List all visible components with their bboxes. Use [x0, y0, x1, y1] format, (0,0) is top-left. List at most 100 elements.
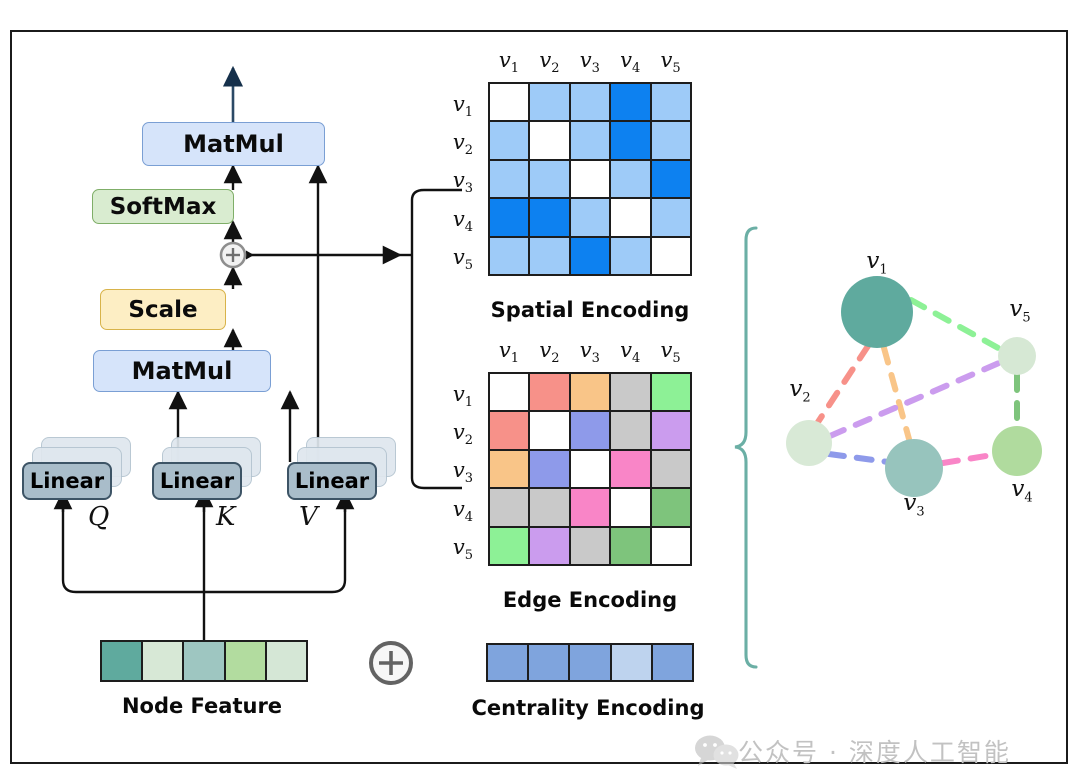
spatial-col-label-v1: v1	[498, 48, 520, 77]
graph-node-v5	[998, 337, 1036, 375]
edge-row-label-v4: v4	[452, 496, 474, 525]
spatial-cell-5-1	[490, 237, 529, 274]
edge-cell-1-5	[651, 374, 690, 411]
spatial-row-label-v5: v5	[452, 244, 474, 273]
spatial-cell-4-2	[530, 199, 569, 236]
matmul-bottom-block[interactable]: MatMul	[93, 350, 271, 392]
linear-k-block[interactable]: Linear	[152, 462, 242, 500]
linear-v-block[interactable]: Linear	[287, 462, 377, 500]
spatial-cell-1-5	[651, 84, 690, 121]
spatial-row-label-v4: v4	[452, 206, 474, 235]
edge-cell-3-1	[490, 450, 529, 488]
spatial-col-label-v3: v3	[579, 48, 600, 77]
diagram-canvas: MatMul SoftMax Scale MatMul Linear Linea…	[0, 0, 1080, 784]
spatial-cell-1-3	[570, 84, 610, 121]
graph-label-v3: v3	[903, 490, 925, 520]
centrality-cell-1-2	[529, 645, 569, 680]
edge-row-label-v3: v3	[452, 458, 474, 487]
edge-cell-5-1	[490, 527, 529, 564]
node-feature-caption: Node Feature	[121, 694, 283, 718]
graph-node-v4	[992, 426, 1042, 476]
spatial-cell-4-3	[570, 199, 610, 236]
spatial-cell-5-5	[651, 237, 690, 274]
edge-cell-5-4	[611, 527, 650, 564]
spatial-row-label-v3: v3	[452, 168, 474, 197]
spatial-cell-2-4	[611, 122, 650, 159]
spatial-cell-2-1	[490, 122, 529, 159]
graph-label-v1: v1	[866, 248, 888, 278]
centrality-cell-1-4	[611, 645, 651, 680]
edge-row-label-v1: v1	[452, 382, 474, 411]
plus-bias-icon	[219, 241, 247, 269]
node-feature-cell-1-2	[143, 642, 183, 680]
edge-cell-2-5	[651, 412, 690, 449]
spatial-cell-3-5	[651, 160, 690, 198]
node-feature-cell-1-5	[266, 642, 306, 680]
spatial-row-label-v2: v2	[452, 130, 474, 159]
edge-cell-4-1	[490, 489, 529, 526]
node-feature-cell-1-1	[102, 642, 142, 680]
spatial-col-label-v5: v5	[660, 48, 681, 77]
softmax-block[interactable]: SoftMax	[92, 189, 234, 224]
centrality-cell-1-1	[488, 645, 528, 680]
centrality-cell-1-5	[652, 645, 692, 680]
watermark-text: 公众号 · 深度人工智能	[738, 738, 1011, 767]
spatial-cell-2-5	[651, 122, 690, 159]
spatial-cell-1-2	[530, 84, 569, 121]
spatial-row-label-v1: v1	[452, 92, 474, 121]
edge-col-label-v4: v4	[620, 338, 641, 367]
spatial-col-label-v2: v2	[539, 48, 560, 77]
spatial-cell-4-5	[651, 199, 690, 236]
spatial-cell-3-4	[611, 160, 650, 198]
spatial-col-label-v4: v4	[620, 48, 641, 77]
edge-cell-3-4	[611, 450, 650, 488]
edge-col-label-v1: v1	[498, 338, 520, 367]
spatial-cell-4-4	[611, 199, 650, 236]
spatial-cell-1-1	[490, 84, 529, 121]
edge-encoding-matrix	[488, 372, 692, 566]
edge-cell-4-3	[570, 489, 610, 526]
edge-col-label-v3: v3	[579, 338, 600, 367]
spatial-cell-3-2	[530, 160, 569, 198]
wechat-icon	[695, 735, 739, 769]
edge-cell-2-3	[570, 412, 610, 449]
edge-cell-4-5	[651, 489, 690, 526]
centrality-encoding-caption: Centrality Encoding	[471, 696, 705, 720]
spatial-encoding-matrix	[488, 82, 692, 276]
edge-cell-1-2	[530, 374, 569, 411]
plus-sum-icon	[369, 641, 413, 685]
spatial-cell-2-2	[530, 122, 569, 159]
graph-node-v1	[841, 276, 913, 348]
edge-cell-5-2	[530, 527, 569, 564]
label-k: K	[216, 502, 236, 532]
spatial-cell-4-1	[490, 199, 529, 236]
graph-node-v2	[786, 420, 832, 466]
linear-q-block[interactable]: Linear	[22, 462, 112, 500]
edge-cell-5-5	[651, 527, 690, 564]
edge-cell-4-2	[530, 489, 569, 526]
node-feature-cell-1-4	[225, 642, 265, 680]
edge-cell-2-2	[530, 412, 569, 449]
graph-label-v5: v5	[1009, 296, 1031, 326]
edge-row-label-v2: v2	[452, 420, 474, 449]
node-feature-cell-1-3	[184, 642, 224, 680]
graph-node-v3	[885, 439, 943, 497]
spatial-cell-5-2	[530, 237, 569, 274]
spatial-cell-5-4	[611, 237, 650, 274]
spatial-encoding-caption: Spatial Encoding	[490, 298, 690, 322]
edge-cell-2-1	[490, 412, 529, 449]
edge-row-label-v5: v5	[452, 534, 474, 563]
node-feature-strip	[100, 640, 308, 682]
matmul-top-block[interactable]: MatMul	[142, 122, 325, 166]
edge-col-label-v2: v2	[539, 338, 560, 367]
spatial-cell-1-4	[611, 84, 650, 121]
spatial-cell-3-3	[570, 160, 610, 198]
edge-cell-1-4	[611, 374, 650, 411]
graph-label-v4: v4	[1011, 476, 1033, 506]
graph-label-v2: v2	[789, 376, 811, 406]
edge-cell-1-1	[490, 374, 529, 411]
spatial-cell-3-1	[490, 160, 529, 198]
edge-cell-3-3	[570, 450, 610, 488]
edge-cell-5-3	[570, 527, 610, 564]
scale-block[interactable]: Scale	[100, 289, 226, 330]
